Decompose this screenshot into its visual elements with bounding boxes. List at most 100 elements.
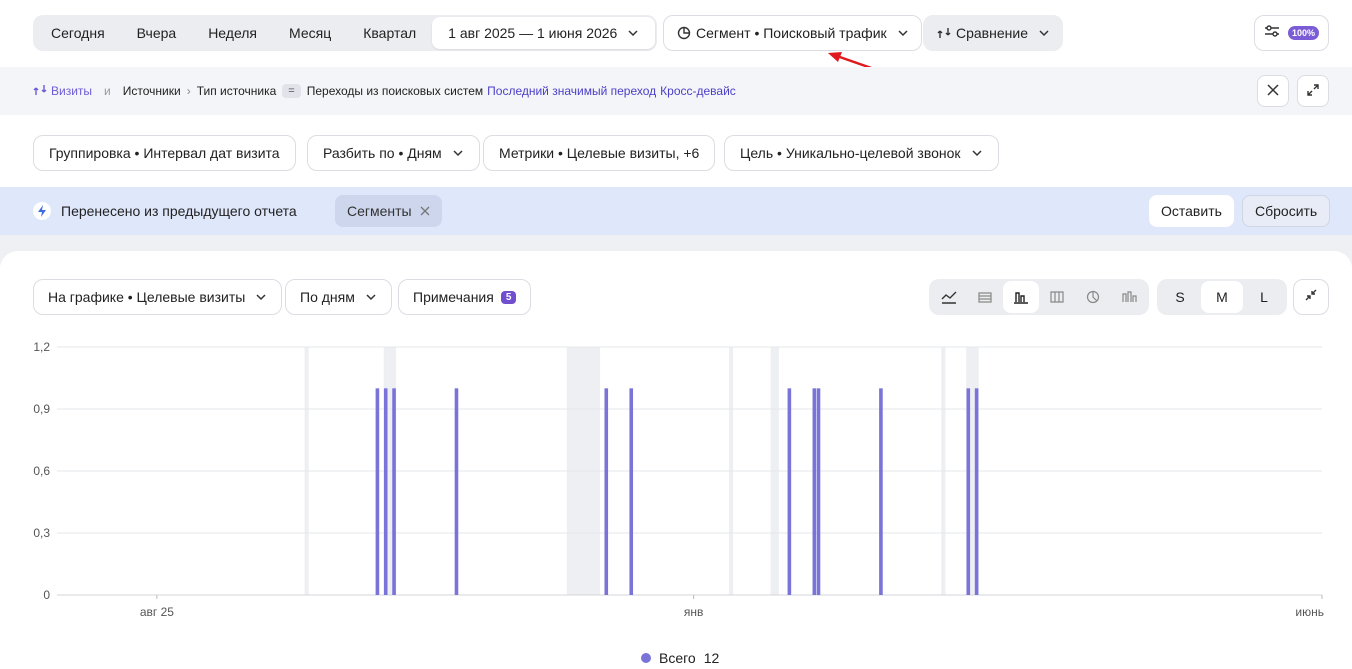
bar <box>812 388 817 595</box>
chart-size-switcher: S M L <box>1157 279 1287 315</box>
bar <box>604 388 609 595</box>
chart-metric-dropdown[interactable]: На графике • Целевые визиты <box>33 279 283 315</box>
notes-button[interactable]: Примечания 5 <box>398 279 532 315</box>
filter-operator: = <box>282 84 301 98</box>
period-quarter-button[interactable]: Квартал <box>347 17 432 49</box>
bar <box>974 388 979 595</box>
breadcrumb-dimension[interactable]: Источники <box>123 84 181 98</box>
split-by-label: Разбить по • Дням <box>323 145 442 161</box>
chevron-down-icon <box>897 27 909 39</box>
date-range-label: 1 авг 2025 — 1 июня 2026 <box>448 25 618 41</box>
grouping-button[interactable]: Группировка • Интервал дат визита <box>33 135 296 171</box>
compare-label: Сравнение <box>956 25 1028 41</box>
x-tick-label: янв <box>684 605 704 619</box>
segments-chip: Сегменты <box>335 195 442 227</box>
granularity-dropdown[interactable]: По дням <box>285 279 392 315</box>
expand-icon <box>1307 83 1319 99</box>
visits-bar-chart: 0 0,3 0,6 0,9 1,2 авг 25 янв июнь <box>33 340 1324 619</box>
x-tick-label: июнь <box>1295 605 1324 619</box>
pie-segment-icon <box>676 25 692 41</box>
pie-chart-icon[interactable] <box>1075 281 1111 313</box>
y-tick-label: 0,6 <box>33 464 50 478</box>
bar <box>879 388 883 595</box>
close-icon <box>1267 83 1279 99</box>
size-l-button[interactable]: L <box>1243 281 1285 313</box>
goal-dropdown[interactable]: Цель • Уникально-целевой звонок <box>724 135 999 171</box>
sampling-settings-button[interactable]: 100% <box>1254 15 1329 51</box>
keep-button[interactable]: Оставить <box>1149 195 1234 227</box>
period-week-button[interactable]: Неделя <box>192 17 273 49</box>
line-chart-icon[interactable] <box>931 281 967 313</box>
expand-report-button[interactable] <box>1297 75 1329 107</box>
chevron-down-icon <box>627 27 639 39</box>
collapse-icon <box>1305 288 1317 306</box>
segment-label: Сегмент • Поисковый трафик <box>696 25 887 41</box>
metric-icon <box>33 83 47 100</box>
close-icon[interactable] <box>420 203 430 219</box>
y-tick-label: 0,9 <box>33 402 50 416</box>
y-tick-label: 0,3 <box>33 526 50 540</box>
metric-label: Визиты <box>51 84 93 98</box>
period-selector: Сегодня Вчера Неделя Месяц Квартал 1 авг… <box>33 15 658 51</box>
column-chart-icon[interactable] <box>1111 281 1147 313</box>
breadcrumb-filter-field[interactable]: Тип источника <box>197 84 277 98</box>
metrics-button[interactable]: Метрики • Целевые визиты, +6 <box>483 135 716 171</box>
sliders-icon <box>1264 24 1280 43</box>
cross-device-link[interactable]: Кросс-девайс <box>660 84 736 98</box>
period-today-button[interactable]: Сегодня <box>35 17 121 49</box>
sampling-badge: 100% <box>1287 26 1320 40</box>
period-month-button[interactable]: Месяц <box>273 17 347 49</box>
chevron-down-icon <box>971 147 983 159</box>
carried-over-notice: Перенесено из предыдущего отчета Сегмент… <box>0 187 1352 235</box>
bar <box>816 388 821 595</box>
stacked-area-icon[interactable] <box>967 281 1003 313</box>
legend-series-name[interactable]: Всего <box>659 650 696 666</box>
chart-type-switcher <box>929 279 1149 315</box>
chart-metric-label: На графике • Целевые визиты <box>48 289 246 305</box>
bar <box>629 388 634 595</box>
segments-chip-label: Сегменты <box>347 203 412 219</box>
compare-icon <box>936 25 952 41</box>
size-m-button[interactable]: M <box>1201 281 1243 313</box>
bar <box>966 388 971 595</box>
legend-series-dot[interactable] <box>641 653 651 663</box>
notes-label: Примечания <box>413 289 494 305</box>
top-toolbar: Сегодня Вчера Неделя Месяц Квартал 1 авг… <box>0 0 1352 67</box>
notice-text: Перенесено из предыдущего отчета <box>61 203 297 219</box>
close-report-button[interactable] <box>1257 75 1289 107</box>
attribution-link[interactable]: Последний значимый переход <box>487 84 656 98</box>
chevron-down-icon <box>255 291 267 303</box>
bar <box>454 388 459 595</box>
notes-count-badge: 5 <box>500 290 517 304</box>
compare-dropdown[interactable]: Сравнение <box>923 15 1063 51</box>
reset-button[interactable]: Сбросить <box>1242 195 1331 227</box>
goal-label: Цель • Уникально-целевой звонок <box>740 145 961 161</box>
grouping-label: Группировка • Интервал дат визита <box>49 145 280 161</box>
bar <box>375 388 380 595</box>
metrics-label: Метрики • Целевые визиты, +6 <box>499 145 700 161</box>
period-yesterday-button[interactable]: Вчера <box>121 17 193 49</box>
x-tick-label: авг 25 <box>140 605 174 619</box>
chevron-down-icon <box>1038 27 1050 39</box>
chevron-down-icon <box>452 147 464 159</box>
split-by-dropdown[interactable]: Разбить по • Дням <box>307 135 480 171</box>
size-s-button[interactable]: S <box>1159 281 1201 313</box>
y-tick-label: 1,2 <box>33 340 50 354</box>
breadcrumb-metric[interactable]: Визиты <box>33 83 92 100</box>
bar <box>383 388 388 595</box>
lightning-icon <box>33 202 51 220</box>
y-tick-label: 0 <box>43 588 50 602</box>
collapse-chart-button[interactable] <box>1293 279 1329 315</box>
legend-series-total: 12 <box>703 650 720 666</box>
breadcrumb-filter-value[interactable]: Переходы из поисковых систем <box>307 84 483 98</box>
bar <box>392 388 396 595</box>
bar-chart-icon[interactable] <box>1003 281 1039 313</box>
breadcrumb-and: и <box>104 84 111 98</box>
granularity-label: По дням <box>300 289 355 305</box>
chevron-right-icon: › <box>186 84 191 98</box>
chart-legend: Всего 12 <box>641 650 719 666</box>
table-chart-icon[interactable] <box>1039 281 1075 313</box>
report-breadcrumb: Визиты и Источники › Тип источника = Пер… <box>0 67 1352 115</box>
date-range-picker[interactable]: 1 авг 2025 — 1 июня 2026 <box>432 17 656 49</box>
segment-dropdown[interactable]: Сегмент • Поисковый трафик <box>663 15 922 51</box>
